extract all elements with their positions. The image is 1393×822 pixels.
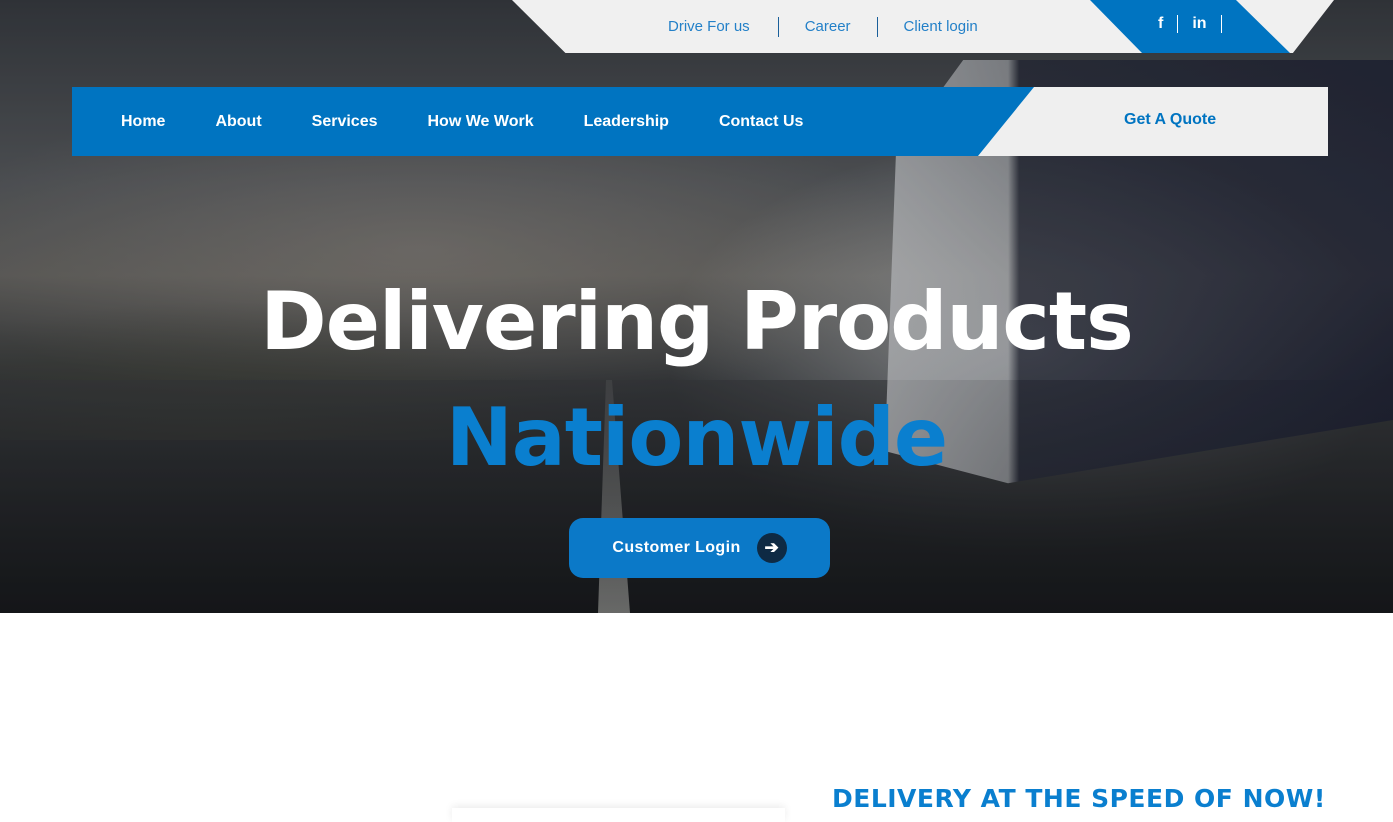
nav-item-services[interactable]: Services (312, 113, 378, 131)
arrow-right-icon: ➔ (756, 533, 787, 563)
linkedin-icon[interactable]: in (1178, 15, 1222, 33)
top-link-drive-for-us[interactable]: Drive For us (658, 17, 778, 37)
top-link-career[interactable]: Career (777, 16, 877, 37)
top-bar: Drive For us Career Client login f in (512, 0, 1334, 53)
hero-title-line-1: Delivering Products (260, 275, 1133, 368)
main-navigation: Home About Services How We Work Leadersh… (72, 87, 1328, 156)
top-link-client-login[interactable]: Client login (876, 16, 1004, 37)
customer-login-button[interactable]: Customer Login ➔ (569, 518, 830, 578)
nav-item-about[interactable]: About (215, 113, 261, 131)
nav-item-how-we-work[interactable]: How We Work (428, 113, 534, 131)
nav-item-leadership[interactable]: Leadership (584, 113, 669, 131)
nav-menu: Home About Services How We Work Leadersh… (121, 87, 853, 156)
top-links: Drive For us Career Client login (658, 0, 1004, 53)
nav-item-home[interactable]: Home (121, 113, 165, 131)
content-card (452, 808, 785, 822)
hero-title-line-2: Nationwide (445, 391, 948, 484)
hero-headline: Delivering Products Nationwide (0, 270, 1393, 490)
get-a-quote-button[interactable]: Get A Quote (1124, 111, 1216, 129)
customer-login-label: Customer Login (612, 539, 741, 556)
facebook-icon[interactable]: f (1152, 15, 1179, 33)
nav-item-contact-us[interactable]: Contact Us (719, 113, 803, 131)
section-tagline: DELIVERY AT THE SPEED OF NOW! (832, 784, 1326, 813)
social-links: f in (1152, 15, 1222, 33)
